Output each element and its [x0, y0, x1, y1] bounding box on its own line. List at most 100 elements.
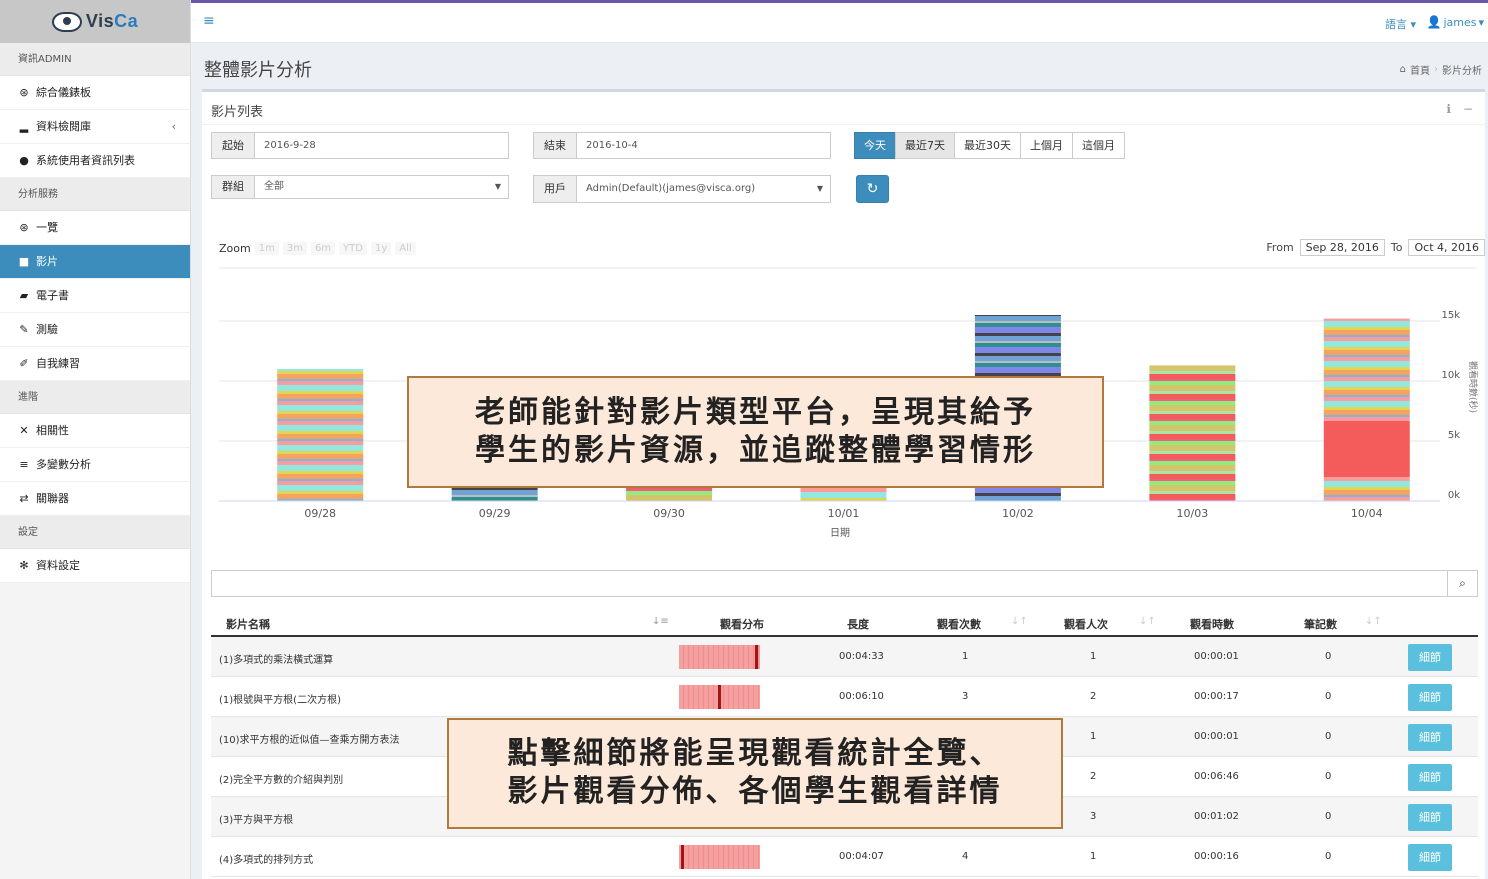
bar-segment	[1323, 421, 1410, 427]
table-row[interactable]: (1)根號與平方根(二次方根) 00:06:10 3 2 00:00:17 0 細節	[211, 677, 1478, 717]
logo[interactable]: VisCa	[0, 0, 190, 43]
breadcrumb-current: 影片分析	[1442, 66, 1482, 77]
info-icon[interactable]: ℹ	[1446, 102, 1451, 116]
list-icon: ≡	[19, 457, 29, 471]
start-date-group: 起始 2016-9-28	[211, 132, 509, 159]
bar-segment	[974, 341, 1061, 343]
sidebar-item[interactable]: ✕ 相關性	[0, 414, 190, 448]
sidebar-item-label: 資料檢閱庫	[36, 119, 91, 133]
detail-button[interactable]: 細節	[1408, 724, 1452, 751]
cell-length: 00:04:33	[839, 651, 884, 662]
detail-button[interactable]: 細節	[1408, 804, 1452, 831]
range-today-button[interactable]: 今天	[854, 132, 896, 159]
from-date-input[interactable]: Sep 28, 2016	[1299, 239, 1385, 256]
to-date-input[interactable]: Oct 4, 2016	[1408, 239, 1485, 256]
cell-viewers: 1	[1090, 851, 1097, 862]
bar-segment	[1149, 485, 1236, 491]
zoom-3m-button[interactable]: 3m	[282, 242, 307, 255]
detail-button[interactable]: 細節	[1408, 644, 1452, 671]
range-selector: From Sep 28, 2016 To Oct 4, 2016	[1266, 239, 1485, 256]
bar-segment	[1149, 411, 1236, 414]
sidebar-item-label: 多變數分析	[36, 457, 91, 471]
sort-icon[interactable]: ↓↑	[1011, 616, 1028, 627]
cell-notes: 0	[1325, 851, 1332, 862]
sidebar-item[interactable]: ⇄ 關聯器	[0, 482, 190, 516]
sort-icon[interactable]: ↓↑	[1139, 616, 1156, 627]
cell-views: 4	[962, 851, 969, 862]
bar-stack[interactable]	[1323, 318, 1410, 501]
zoom-ytd-button[interactable]: YTD	[339, 242, 367, 255]
sidebar-item[interactable]: ✻ 資料設定	[0, 549, 190, 583]
bar-segment	[1323, 427, 1410, 430]
breadcrumb-home[interactable]: 首頁	[1410, 62, 1430, 77]
search-input[interactable]	[212, 571, 1447, 596]
refresh-button[interactable]: ↻	[856, 175, 889, 203]
detail-button[interactable]: 細節	[1408, 684, 1452, 711]
group-select[interactable]: 全部 ▼	[255, 176, 508, 198]
y-tick-label: 15k	[1441, 310, 1460, 321]
col-name[interactable]: 影片名稱	[226, 616, 270, 632]
range-7days-button[interactable]: 最近7天	[895, 132, 955, 159]
sidebar-item[interactable]: ▂ 資料檢閱庫 ‹	[0, 110, 190, 144]
sidebar-item[interactable]: ✐ 自我練習	[0, 347, 190, 381]
y-tick-label: 0k	[1448, 490, 1460, 501]
end-date-input[interactable]: 2016-10-4	[577, 133, 830, 158]
user-select[interactable]: Admin(Default)(james@visca.org) ▼	[577, 176, 830, 202]
bar-segment	[974, 343, 1061, 347]
sidebar-item[interactable]: ✎ 測驗	[0, 313, 190, 347]
table-row[interactable]: (1)多項式的乘法橫式運算 00:04:33 1 1 00:00:01 0 細節	[211, 637, 1478, 677]
sidebar-item[interactable]: ● 系統使用者資訊列表	[0, 144, 190, 178]
bar-segment	[277, 441, 364, 445]
language-dropdown[interactable]: 語言 ▾	[1385, 16, 1416, 32]
sort-icon[interactable]: ↓↑	[1365, 616, 1382, 627]
x-tick-label: 10/01	[828, 507, 860, 520]
sidebar-item-label: 測驗	[36, 322, 58, 336]
zoom-1m-button[interactable]: 1m	[254, 242, 279, 255]
distribution-marker	[755, 645, 758, 669]
bar-segment	[1323, 321, 1410, 327]
bar-stack[interactable]	[277, 369, 364, 501]
range-this-month-button[interactable]: 這個月	[1072, 132, 1125, 159]
start-date-input[interactable]: 2016-9-28	[255, 133, 508, 158]
range-30days-button[interactable]: 最近30天	[954, 132, 1021, 159]
sort-icon[interactable]: ↓≡	[652, 616, 669, 627]
table-row[interactable]: (4)多項式的排列方式 00:04:07 4 1 00:00:16 0 細節	[211, 837, 1478, 877]
zoom-1y-button[interactable]: 1y	[370, 242, 392, 255]
bar-segment	[1323, 467, 1410, 470]
bars-icon[interactable]: ≡	[203, 13, 215, 29]
bar-segment	[451, 497, 538, 501]
search-icon[interactable]: ⌕	[1447, 571, 1477, 596]
cell-length: 00:06:10	[839, 691, 884, 702]
bar-segment	[974, 361, 1061, 363]
user-icon: ●	[19, 153, 29, 167]
bar-segment	[1149, 391, 1236, 394]
detail-button[interactable]: 細節	[1408, 764, 1452, 791]
collapse-icon[interactable]: −	[1463, 102, 1473, 116]
col-notes[interactable]: 筆記數	[1304, 616, 1337, 632]
top-navbar: ≡ 語言 ▾ 👤 james ▾	[191, 3, 1488, 43]
col-views[interactable]: 觀看次數	[937, 616, 981, 632]
bar-segment	[1149, 401, 1236, 405]
range-last-month-button[interactable]: 上個月	[1020, 132, 1073, 159]
bar-stack[interactable]	[1149, 365, 1236, 501]
table-search: ⌕	[211, 570, 1478, 597]
sidebar-item[interactable]: ⊛ 一覽	[0, 211, 190, 245]
zoom-all-button[interactable]: All	[395, 242, 416, 255]
sidebar-item[interactable]: ≡ 多變數分析	[0, 448, 190, 482]
col-hours[interactable]: 觀看時數	[1190, 616, 1234, 632]
col-viewers[interactable]: 觀看人次	[1064, 616, 1108, 632]
bar-segment	[1149, 434, 1236, 439]
user-menu[interactable]: 👤 james ▾	[1427, 15, 1485, 29]
col-length[interactable]: 長度	[847, 616, 869, 632]
detail-button[interactable]: 細節	[1408, 844, 1452, 871]
sidebar-item-label: 關聯器	[36, 491, 69, 505]
bar-segment	[1149, 491, 1236, 494]
sidebar-item[interactable]: ■ 影片	[0, 245, 190, 279]
bar-segment	[1323, 370, 1410, 375]
bar-segment	[277, 379, 364, 381]
zoom-6m-button[interactable]: 6m	[310, 242, 336, 255]
sidebar-item[interactable]: ▰ 電子書	[0, 279, 190, 313]
sidebar-item[interactable]: ⊛ 綜合儀錶板	[0, 76, 190, 110]
bar-segment	[1323, 341, 1410, 347]
bar-segment	[1149, 385, 1236, 391]
